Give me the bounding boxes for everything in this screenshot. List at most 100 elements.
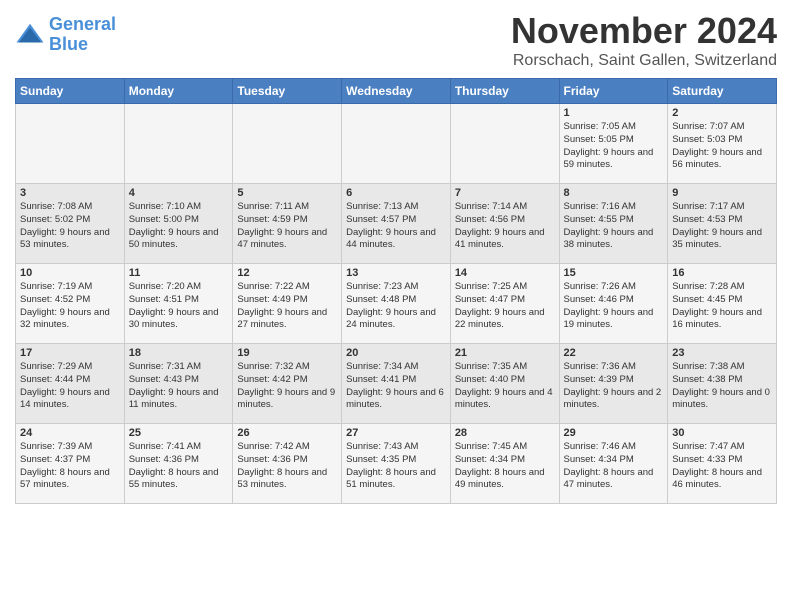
day-number: 26 bbox=[237, 427, 337, 439]
day-info: Sunrise: 7:05 AM Sunset: 5:05 PM Dayligh… bbox=[564, 121, 664, 172]
calendar-table: SundayMondayTuesdayWednesdayThursdayFrid… bbox=[15, 78, 777, 504]
day-number: 12 bbox=[237, 267, 337, 279]
month-title: November 2024 bbox=[511, 10, 777, 52]
calendar-cell: 18 Sunrise: 7:31 AM Sunset: 4:43 PM Dayli… bbox=[124, 344, 233, 424]
day-number: 5 bbox=[237, 187, 337, 199]
day-number: 13 bbox=[346, 267, 446, 279]
title-block: November 2024 Rorschach, Saint Gallen, S… bbox=[511, 10, 777, 70]
day-info: Sunrise: 7:16 AM Sunset: 4:55 PM Dayligh… bbox=[564, 201, 664, 252]
day-info: Sunrise: 7:14 AM Sunset: 4:56 PM Dayligh… bbox=[455, 201, 555, 252]
calendar-header: SundayMondayTuesdayWednesdayThursdayFrid… bbox=[16, 79, 777, 104]
day-number: 24 bbox=[20, 427, 120, 439]
logo-line2: Blue bbox=[49, 34, 88, 54]
day-info: Sunrise: 7:39 AM Sunset: 4:37 PM Dayligh… bbox=[20, 441, 120, 492]
calendar-cell: 4Sunrise: 7:10 AM Sunset: 5:00 PM Daylig… bbox=[124, 184, 233, 264]
day-info: Sunrise: 7:23 AM Sunset: 4:48 PM Dayligh… bbox=[346, 281, 446, 332]
weekday-header-wednesday: Wednesday bbox=[342, 79, 451, 104]
day-info: Sunrise: 7:25 AM Sunset: 4:47 PM Dayligh… bbox=[455, 281, 555, 332]
calendar-cell: 23 Sunrise: 7:38 AM Sunset: 4:38 PM Dayli… bbox=[668, 344, 777, 424]
day-info: Sunrise: 7:43 AM Sunset: 4:35 PM Dayligh… bbox=[346, 441, 446, 492]
calendar-cell: 27 Sunrise: 7:43 AM Sunset: 4:35 PM Dayli… bbox=[342, 424, 451, 504]
day-number: 14 bbox=[455, 267, 555, 279]
location-subtitle: Rorschach, Saint Gallen, Switzerland bbox=[511, 52, 777, 70]
calendar-cell: 17Sunrise: 7:29 AM Sunset: 4:44 PM Dayli… bbox=[16, 344, 125, 424]
calendar-week-row: 3Sunrise: 7:08 AM Sunset: 5:02 PM Daylig… bbox=[16, 184, 777, 264]
day-number: 15 bbox=[564, 267, 664, 279]
day-number: 25 bbox=[129, 427, 229, 439]
day-info: Sunrise: 7:32 AM Sunset: 4:42 PM Dayligh… bbox=[237, 361, 337, 412]
calendar-week-row: 10 Sunrise: 7:19 AM Sunset: 4:52 PM Dayli… bbox=[16, 264, 777, 344]
day-info: Sunrise: 7:22 AM Sunset: 4:49 PM Dayligh… bbox=[237, 281, 337, 332]
logo-text: General Blue bbox=[49, 15, 116, 55]
calendar-cell bbox=[16, 104, 125, 184]
day-info: Sunrise: 7:29 AM Sunset: 4:44 PM Dayligh… bbox=[20, 361, 120, 412]
calendar-cell: 19 Sunrise: 7:32 AM Sunset: 4:42 PM Dayli… bbox=[233, 344, 342, 424]
day-info: Sunrise: 7:42 AM Sunset: 4:36 PM Dayligh… bbox=[237, 441, 337, 492]
day-number: 9 bbox=[672, 187, 772, 199]
logo-icon bbox=[15, 20, 45, 50]
day-info: Sunrise: 7:20 AM Sunset: 4:51 PM Dayligh… bbox=[129, 281, 229, 332]
day-number: 1 bbox=[564, 107, 664, 119]
calendar-cell bbox=[450, 104, 559, 184]
weekday-header-row: SundayMondayTuesdayWednesdayThursdayFrid… bbox=[16, 79, 777, 104]
day-number: 18 bbox=[129, 347, 229, 359]
calendar-cell: 15 Sunrise: 7:26 AM Sunset: 4:46 PM Dayli… bbox=[559, 264, 668, 344]
day-info: Sunrise: 7:26 AM Sunset: 4:46 PM Dayligh… bbox=[564, 281, 664, 332]
calendar-cell: 26 Sunrise: 7:42 AM Sunset: 4:36 PM Dayli… bbox=[233, 424, 342, 504]
calendar-cell: 16 Sunrise: 7:28 AM Sunset: 4:45 PM Dayli… bbox=[668, 264, 777, 344]
day-info: Sunrise: 7:07 AM Sunset: 5:03 PM Dayligh… bbox=[672, 121, 772, 172]
day-number: 4 bbox=[129, 187, 229, 199]
calendar-week-row: 17Sunrise: 7:29 AM Sunset: 4:44 PM Dayli… bbox=[16, 344, 777, 424]
calendar-cell: 10 Sunrise: 7:19 AM Sunset: 4:52 PM Dayli… bbox=[16, 264, 125, 344]
calendar-cell bbox=[124, 104, 233, 184]
day-info: Sunrise: 7:47 AM Sunset: 4:33 PM Dayligh… bbox=[672, 441, 772, 492]
day-number: 8 bbox=[564, 187, 664, 199]
day-number: 19 bbox=[237, 347, 337, 359]
calendar-cell: 21 Sunrise: 7:35 AM Sunset: 4:40 PM Dayli… bbox=[450, 344, 559, 424]
day-number: 23 bbox=[672, 347, 772, 359]
calendar-cell: 9Sunrise: 7:17 AM Sunset: 4:53 PM Daylig… bbox=[668, 184, 777, 264]
weekday-header-tuesday: Tuesday bbox=[233, 79, 342, 104]
calendar-cell bbox=[342, 104, 451, 184]
day-number: 10 bbox=[20, 267, 120, 279]
calendar-cell: 29Sunrise: 7:46 AM Sunset: 4:34 PM Dayli… bbox=[559, 424, 668, 504]
day-info: Sunrise: 7:38 AM Sunset: 4:38 PM Dayligh… bbox=[672, 361, 772, 412]
logo: General Blue bbox=[15, 15, 116, 55]
day-number: 7 bbox=[455, 187, 555, 199]
day-info: Sunrise: 7:08 AM Sunset: 5:02 PM Dayligh… bbox=[20, 201, 120, 252]
calendar-cell: 6Sunrise: 7:13 AM Sunset: 4:57 PM Daylig… bbox=[342, 184, 451, 264]
calendar-cell: 7 Sunrise: 7:14 AM Sunset: 4:56 PM Daylig… bbox=[450, 184, 559, 264]
calendar-week-row: 24 Sunrise: 7:39 AM Sunset: 4:37 PM Dayli… bbox=[16, 424, 777, 504]
weekday-header-sunday: Sunday bbox=[16, 79, 125, 104]
calendar-cell: 8 Sunrise: 7:16 AM Sunset: 4:55 PM Daylig… bbox=[559, 184, 668, 264]
weekday-header-thursday: Thursday bbox=[450, 79, 559, 104]
day-info: Sunrise: 7:19 AM Sunset: 4:52 PM Dayligh… bbox=[20, 281, 120, 332]
day-number: 16 bbox=[672, 267, 772, 279]
day-info: Sunrise: 7:28 AM Sunset: 4:45 PM Dayligh… bbox=[672, 281, 772, 332]
calendar-body: 1 Sunrise: 7:05 AM Sunset: 5:05 PM Daylig… bbox=[16, 104, 777, 504]
calendar-cell: 28Sunrise: 7:45 AM Sunset: 4:34 PM Dayli… bbox=[450, 424, 559, 504]
calendar-week-row: 1 Sunrise: 7:05 AM Sunset: 5:05 PM Daylig… bbox=[16, 104, 777, 184]
calendar-cell bbox=[233, 104, 342, 184]
day-number: 28 bbox=[455, 427, 555, 439]
day-info: Sunrise: 7:36 AM Sunset: 4:39 PM Dayligh… bbox=[564, 361, 664, 412]
day-info: Sunrise: 7:11 AM Sunset: 4:59 PM Dayligh… bbox=[237, 201, 337, 252]
weekday-header-monday: Monday bbox=[124, 79, 233, 104]
calendar-cell: 25 Sunrise: 7:41 AM Sunset: 4:36 PM Dayli… bbox=[124, 424, 233, 504]
day-info: Sunrise: 7:34 AM Sunset: 4:41 PM Dayligh… bbox=[346, 361, 446, 412]
calendar-cell: 13 Sunrise: 7:23 AM Sunset: 4:48 PM Dayli… bbox=[342, 264, 451, 344]
calendar-cell: 14 Sunrise: 7:25 AM Sunset: 4:47 PM Dayli… bbox=[450, 264, 559, 344]
calendar-cell: 11Sunrise: 7:20 AM Sunset: 4:51 PM Dayli… bbox=[124, 264, 233, 344]
day-info: Sunrise: 7:31 AM Sunset: 4:43 PM Dayligh… bbox=[129, 361, 229, 412]
calendar-cell: 20Sunrise: 7:34 AM Sunset: 4:41 PM Dayli… bbox=[342, 344, 451, 424]
day-number: 22 bbox=[564, 347, 664, 359]
weekday-header-friday: Friday bbox=[559, 79, 668, 104]
calendar-cell: 1 Sunrise: 7:05 AM Sunset: 5:05 PM Daylig… bbox=[559, 104, 668, 184]
day-number: 27 bbox=[346, 427, 446, 439]
calendar-cell: 3Sunrise: 7:08 AM Sunset: 5:02 PM Daylig… bbox=[16, 184, 125, 264]
day-number: 21 bbox=[455, 347, 555, 359]
calendar-cell: 22 Sunrise: 7:36 AM Sunset: 4:39 PM Dayli… bbox=[559, 344, 668, 424]
calendar-cell: 30Sunrise: 7:47 AM Sunset: 4:33 PM Dayli… bbox=[668, 424, 777, 504]
day-info: Sunrise: 7:35 AM Sunset: 4:40 PM Dayligh… bbox=[455, 361, 555, 412]
day-info: Sunrise: 7:41 AM Sunset: 4:36 PM Dayligh… bbox=[129, 441, 229, 492]
